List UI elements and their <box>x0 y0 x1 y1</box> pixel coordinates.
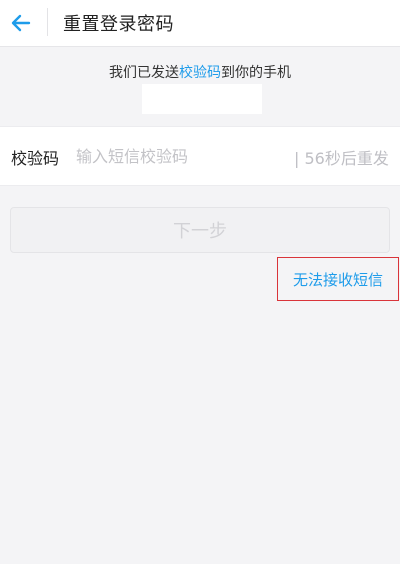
verification-code-label: 校验码 <box>11 149 60 168</box>
notice-suffix: 到你的手机 <box>221 65 291 81</box>
header-divider <box>47 8 48 36</box>
verification-code-input[interactable] <box>76 141 286 171</box>
page-title: 重置登录密码 <box>63 14 174 35</box>
resend-countdown[interactable]: | 56秒后重发 <box>294 145 389 169</box>
next-step-button[interactable]: 下一步 <box>10 207 390 253</box>
masked-phone-number <box>142 84 262 114</box>
back-button[interactable] <box>6 8 36 38</box>
notice-highlight: 校验码 <box>179 65 221 81</box>
sent-notice: 我们已发送校验码到你的手机 <box>0 62 400 82</box>
top-bar: 重置登录密码 <box>0 0 400 47</box>
notice-prefix: 我们已发送 <box>109 65 179 81</box>
arrow-left-icon <box>11 14 31 32</box>
cant-receive-sms-link[interactable]: 无法接收短信 <box>277 257 399 301</box>
verification-code-row: 校验码 | 56秒后重发 <box>0 126 400 186</box>
